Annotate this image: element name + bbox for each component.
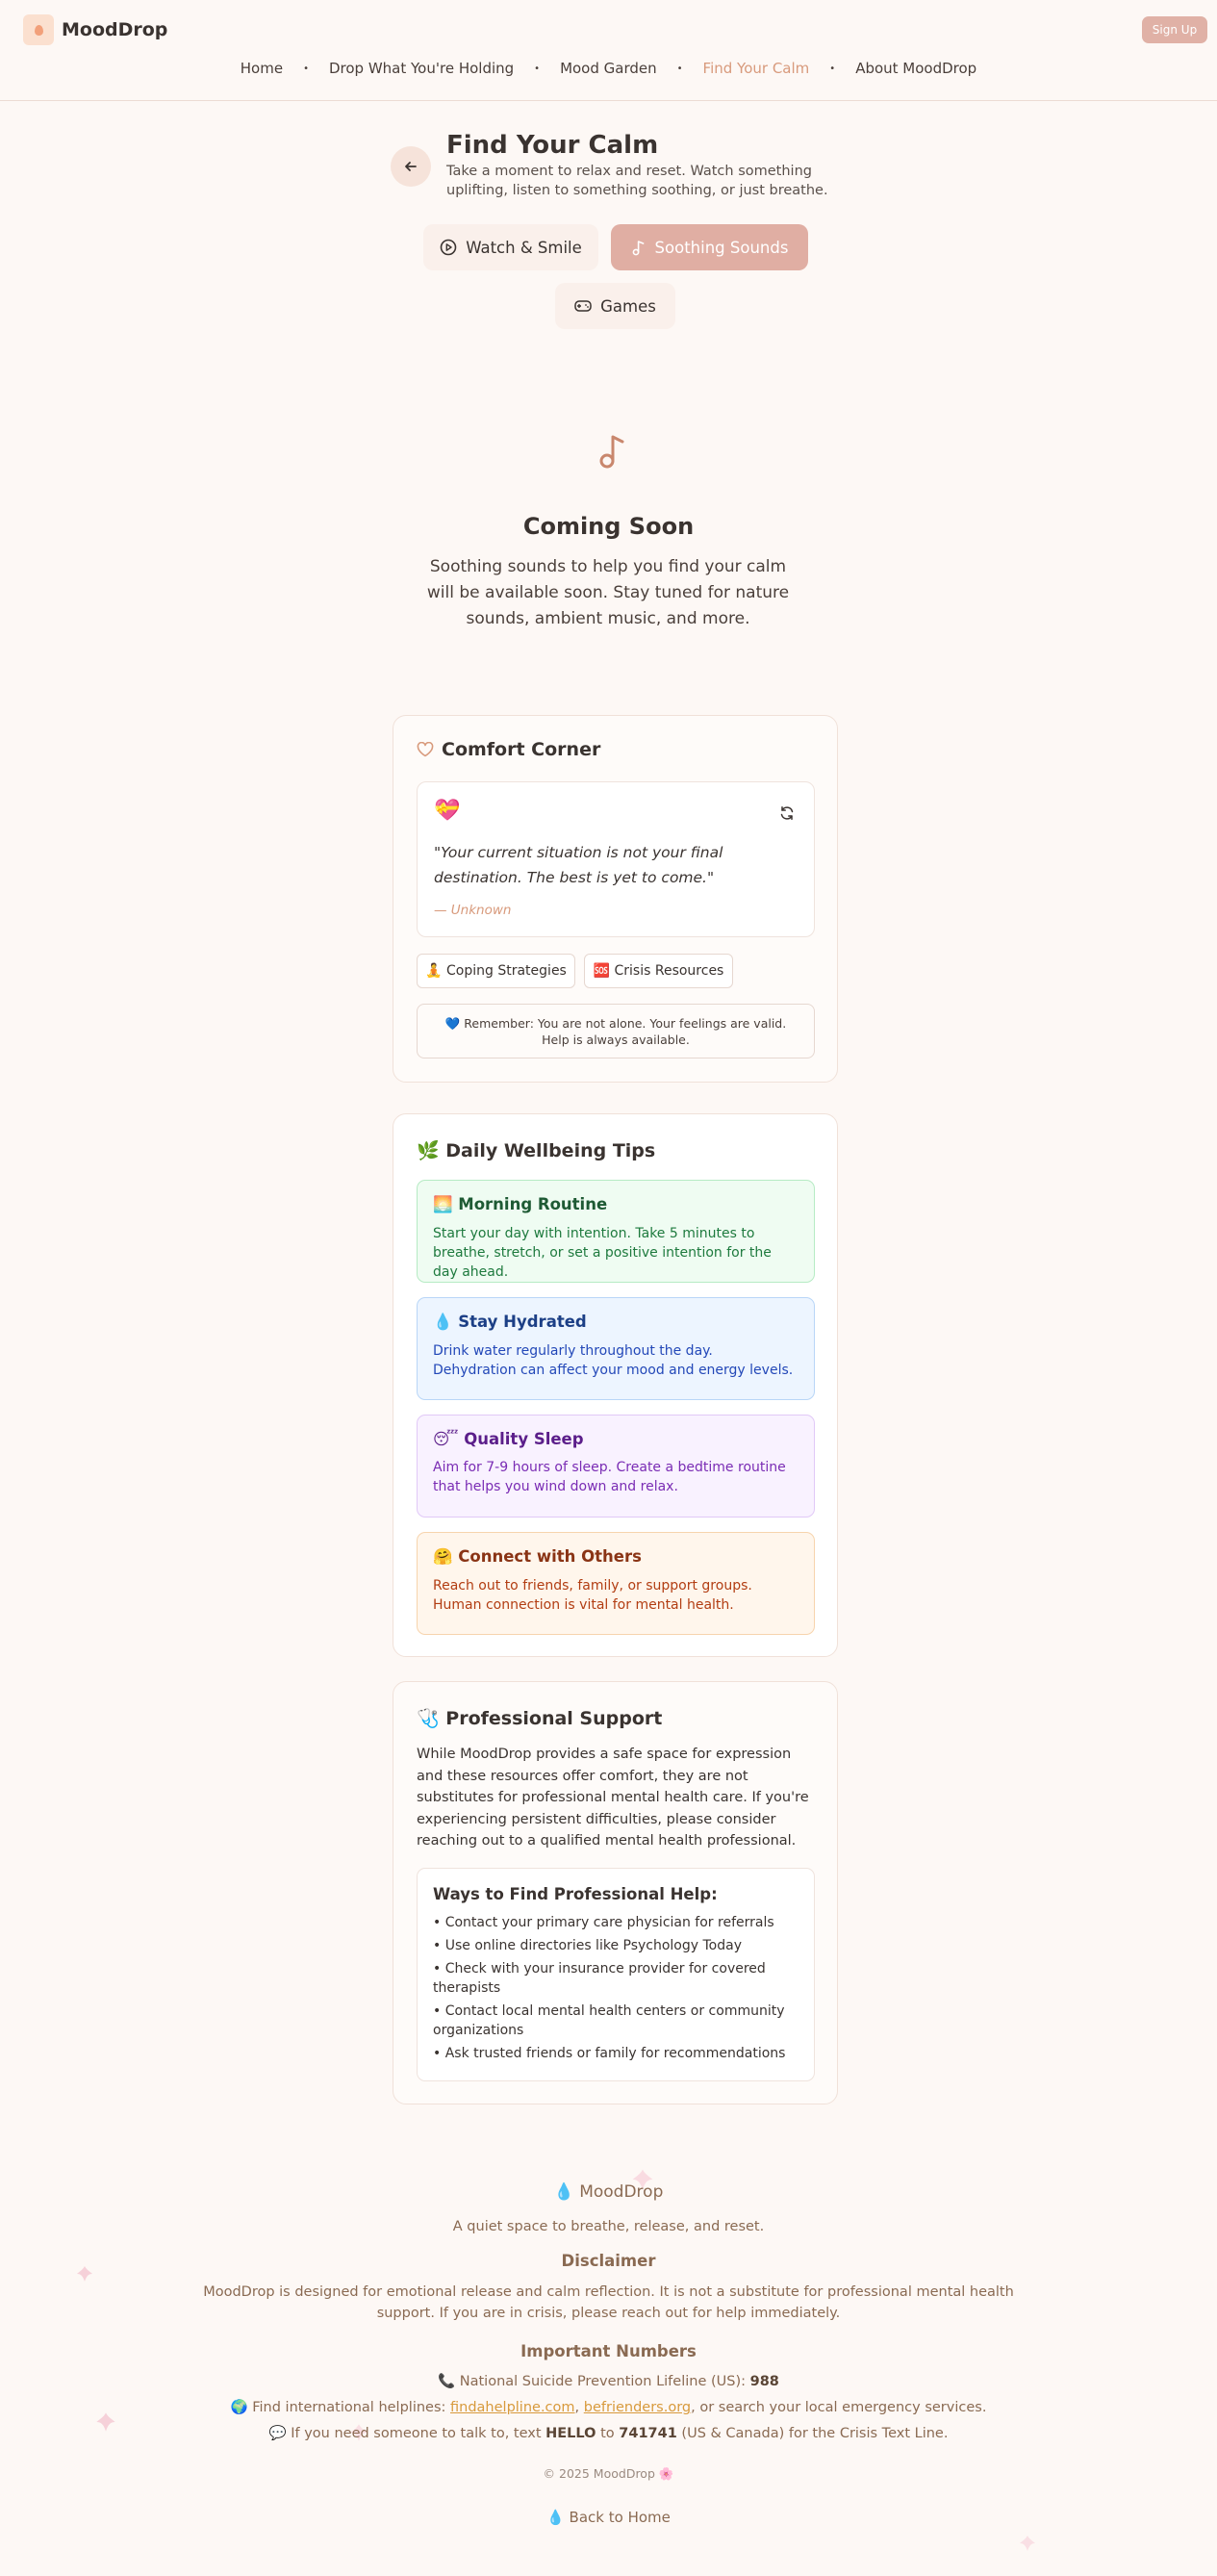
copyright: © 2025 MoodDrop 🌸 xyxy=(543,2466,674,2481)
intl-label: 🌍 Find international helplines: xyxy=(230,2400,451,2415)
professional-support-title: 🩺 Professional Support xyxy=(417,1708,663,1729)
befrienders-link[interactable]: befrienders.org xyxy=(584,2400,691,2415)
tip-description: Drink water regularly throughout the day… xyxy=(433,1343,794,1378)
tip-description: Reach out to friends, family, or support… xyxy=(433,1578,752,1613)
nav-separator: • xyxy=(829,63,836,74)
tab-watch-and-smile[interactable]: Watch & Smile xyxy=(423,224,598,270)
findahelpline-link[interactable]: findahelpline.com xyxy=(450,2400,575,2415)
nav-drop[interactable]: Drop What You're Holding xyxy=(324,60,519,77)
list-item: • Contact local mental health centers or… xyxy=(433,2003,785,2038)
nav-about[interactable]: About MoodDrop xyxy=(850,60,981,77)
back-to-home-link[interactable]: 💧 Back to Home xyxy=(0,2509,1217,2526)
coping-strategies-button[interactable]: 🧘 Coping Strategies xyxy=(417,954,575,988)
tab-label: Games xyxy=(600,296,656,316)
professional-support-card: 🩺 Professional Support While MoodDrop pr… xyxy=(393,1681,838,2104)
nav-mood-garden[interactable]: Mood Garden xyxy=(555,60,662,77)
text-mid: to xyxy=(596,2426,620,2441)
back-arrow-icon xyxy=(405,162,417,171)
back-button[interactable] xyxy=(391,146,431,187)
remember-note: 💙 Remember: You are not alone. Your feel… xyxy=(417,1004,815,1058)
nav-separator: • xyxy=(534,63,541,74)
sign-up-button[interactable]: Sign Up xyxy=(1142,16,1207,43)
disclaimer-text: MoodDrop is designed for emotional relea… xyxy=(203,2284,1014,2321)
text-keyword: HELLO xyxy=(545,2426,596,2441)
tip-description: Start your day with intention. Take 5 mi… xyxy=(433,1226,772,1280)
nav-separator: • xyxy=(303,63,309,74)
tab-label: Watch & Smile xyxy=(466,238,582,257)
site-header: MoodDrop Sign Up Home • Drop What You're… xyxy=(0,0,1217,101)
heart-gift-icon: 💝 xyxy=(434,799,461,823)
page-title: Find Your Calm xyxy=(446,131,659,160)
ways-title: Ways to Find Professional Help: xyxy=(433,1885,718,1903)
play-circle-icon xyxy=(440,239,457,256)
lifeline-label: 📞 National Suicide Prevention Lifeline (… xyxy=(438,2374,750,2389)
tip-stay-hydrated: 💧 Stay Hydrated Drink water regularly th… xyxy=(417,1297,815,1400)
lifeline-number[interactable]: 988 xyxy=(750,2374,779,2389)
comfort-corner-label: Comfort Corner xyxy=(442,739,601,760)
music-note-icon xyxy=(632,241,644,256)
disclaimer-heading: Disclaimer xyxy=(561,2252,656,2270)
petal-icon xyxy=(1020,2536,1035,2551)
list-item: • Contact your primary care physician fo… xyxy=(433,1915,774,1930)
quote-card: 💝 "Your current situation is not your fi… xyxy=(417,781,815,937)
footer-brand: 💧 MoodDrop xyxy=(553,2182,664,2202)
list-item: • Use online directories like Psychology… xyxy=(433,1938,742,1953)
wellbeing-tips-card: 🌿 Daily Wellbeing Tips 🌅 Morning Routine… xyxy=(393,1113,838,1657)
tip-title: 🌅 Morning Routine xyxy=(433,1195,608,1213)
tip-title: 💧 Stay Hydrated xyxy=(433,1313,587,1331)
comfort-corner-title: Comfort Corner xyxy=(417,739,600,760)
intl-separator: , xyxy=(574,2400,584,2415)
coming-soon-title: Coming Soon xyxy=(522,513,695,540)
comfort-corner-card: Comfort Corner 💝 "Your current situation… xyxy=(393,715,838,1083)
list-item: • Ask trusted friends or family for reco… xyxy=(433,2046,786,2061)
text-number[interactable]: 741741 xyxy=(619,2426,677,2441)
tab-soothing-sounds[interactable]: Soothing Sounds xyxy=(611,224,808,270)
nav-find-your-calm[interactable]: Find Your Calm xyxy=(698,60,815,77)
professional-support-text: While MoodDrop provides a safe space for… xyxy=(417,1747,809,1849)
intl-suffix: , or search your local emergency service… xyxy=(691,2400,987,2415)
brand-name: MoodDrop xyxy=(62,19,168,40)
tip-description: Aim for 7-9 hours of sleep. Create a bed… xyxy=(433,1460,786,1494)
tab-label: Soothing Sounds xyxy=(654,238,789,257)
important-numbers-heading: Important Numbers xyxy=(520,2342,697,2360)
tip-title: 🤗 Connect with Others xyxy=(433,1547,642,1566)
lifeline-line: 📞 National Suicide Prevention Lifeline (… xyxy=(0,2373,1217,2389)
nav-separator: • xyxy=(676,63,683,74)
brand-logo[interactable]: MoodDrop xyxy=(23,14,167,45)
text-prefix: 💬 If you need someone to talk to, text xyxy=(268,2426,546,2441)
quote-text: "Your current situation is not your fina… xyxy=(434,844,723,886)
crisis-resources-button[interactable]: 🆘 Crisis Resources xyxy=(584,954,733,988)
text-suffix: (US & Canada) for the Crisis Text Line. xyxy=(676,2426,949,2441)
international-helplines-line: 🌍 Find international helplines: findahel… xyxy=(0,2399,1217,2415)
drop-icon xyxy=(23,14,54,45)
ways-to-find-help: Ways to Find Professional Help: • Contac… xyxy=(417,1868,815,2081)
tip-title: 😴 Quality Sleep xyxy=(433,1430,584,1448)
main-nav: Home • Drop What You're Holding • Mood G… xyxy=(0,60,1217,77)
nav-home[interactable]: Home xyxy=(236,60,288,77)
quote-author: — Unknown xyxy=(434,903,512,918)
tip-quality-sleep: 😴 Quality Sleep Aim for 7-9 hours of sle… xyxy=(417,1415,815,1518)
coming-soon-text: Soothing sounds to help you find your ca… xyxy=(426,557,790,628)
tab-games[interactable]: Games xyxy=(555,283,675,329)
refresh-icon[interactable] xyxy=(779,805,795,825)
tip-connect-with-others: 🤗 Connect with Others Reach out to frien… xyxy=(417,1532,815,1635)
list-item: • Check with your insurance provider for… xyxy=(433,1961,766,1996)
tip-morning-routine: 🌅 Morning Routine Start your day with in… xyxy=(417,1180,815,1283)
gamepad-icon xyxy=(574,300,592,312)
footer-tagline: A quiet space to breathe, release, and r… xyxy=(452,2219,765,2234)
page-subtitle: Take a moment to relax and reset. Watch … xyxy=(446,164,828,198)
music-note-icon xyxy=(598,431,627,473)
tips-title: 🌿 Daily Wellbeing Tips xyxy=(417,1140,656,1161)
crisis-text-line: 💬 If you need someone to talk to, text H… xyxy=(0,2425,1217,2441)
heart-icon xyxy=(417,742,434,757)
